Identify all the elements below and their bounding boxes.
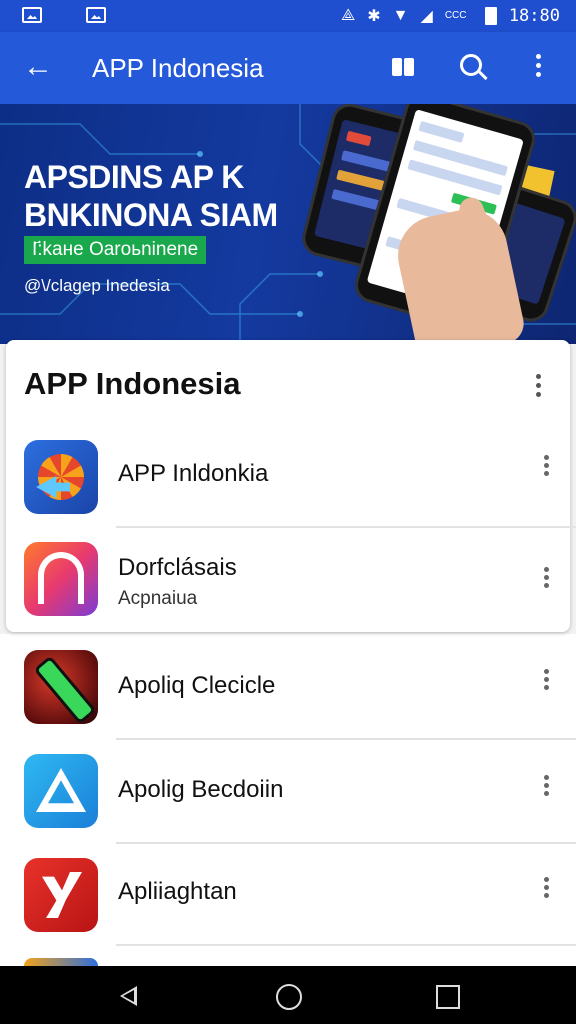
banner-headline-line2: BNKINONA SIAM [24,197,278,233]
item-overflow-icon[interactable] [536,772,556,808]
card-overflow-icon[interactable] [528,370,548,406]
clock: 18:80 [508,6,560,26]
item-overflow-icon[interactable] [536,452,556,488]
app-name: Dorfclásais [118,554,237,581]
sun-arrow-icon [24,440,98,514]
nfc-icon: ⟁ [340,7,356,24]
nav-recents-icon[interactable] [436,985,460,1009]
banner-subtitle: @\/clagep Inedesia [24,276,170,295]
photo-notification-icon [86,7,106,23]
reader-mode-icon[interactable] [388,52,420,84]
signal-icon: ◢ [420,8,433,25]
list-item[interactable]: Apoliq Clecicle [0,622,576,726]
banner-headline: APSDINS AP K BNKINONA SIAM [24,158,278,234]
promo-banner[interactable]: APSDINS AP K BNKINONA SIAM I҃:kaнe Oaroь… [0,104,576,344]
card-title: APP Indonesia [24,366,241,401]
app-title: APP Indonesia [92,53,264,83]
battery-icon [484,7,497,25]
app-name: APP Inldonkia [118,460,269,487]
nav-home-icon[interactable] [276,984,302,1010]
list-item[interactable]: APP Inldonkia [0,412,576,516]
tool-icon [24,650,98,724]
network-label: CCC [444,10,467,21]
bluetooth-icon: ✱ [367,8,381,25]
list-item[interactable]: Apliiaghtan [0,830,576,934]
overflow-menu-icon[interactable] [526,50,550,86]
triangle-icon [24,754,98,828]
app-subtitle: Acpnaiua [118,588,198,609]
partial-app-icon [24,958,98,966]
system-nav-bar [0,966,576,1024]
search-icon[interactable] [456,50,492,86]
app-name: Apliiaghtan [118,878,237,905]
item-overflow-icon[interactable] [536,874,556,910]
app-name: Apoliq Clecicle [118,672,276,699]
list-item[interactable]: Dorfclásais Acpnaiua [0,514,576,618]
banner-headline-line1: APSDINS AP K [24,159,244,195]
letter-a-icon [24,542,98,616]
banner-badge: I҃:kaнe Oaroьninene [24,236,207,264]
wifi-icon: ▼ [392,7,409,24]
divider [116,944,576,946]
image-notification-icon [22,7,42,23]
nav-back-icon[interactable] [120,986,137,1006]
back-arrow-icon[interactable]: ← [20,50,56,86]
status-bar: ⟁ ✱ ▼ ◢ CCC 18:80 [0,0,576,32]
item-overflow-icon[interactable] [536,564,556,600]
app-name: Apolig Becdoiin [118,776,284,803]
letter-y-icon [24,858,98,932]
item-overflow-icon[interactable] [536,666,556,702]
app-bar: ← APP Indonesia [0,32,576,104]
list-item[interactable]: Apolig Becdoiin [0,726,576,830]
